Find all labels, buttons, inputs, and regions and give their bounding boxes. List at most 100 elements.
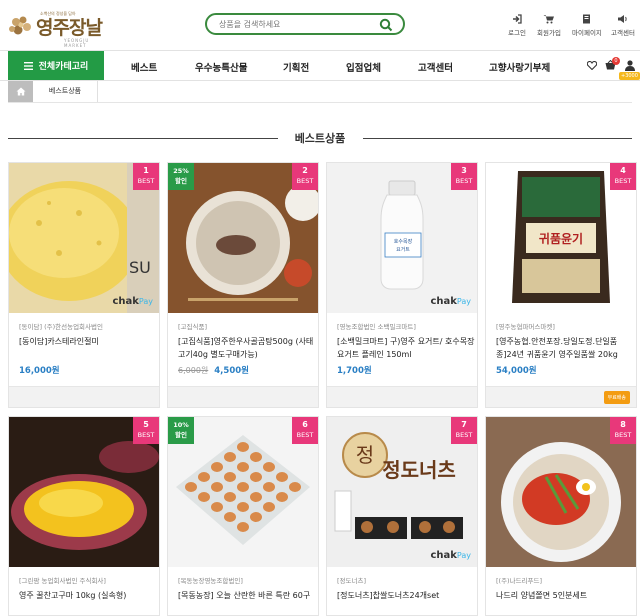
product-name[interactable]: 나드리 양념쫄면 5인분세트: [496, 589, 636, 602]
product-image[interactable]: 호수목장 요거트 3 BEST chakPay: [327, 163, 477, 313]
user-icon[interactable]: [625, 60, 635, 71]
hamburger-icon: [23, 61, 33, 70]
original-price: 6,000원: [178, 366, 209, 375]
logo-name: 영주장날: [36, 17, 103, 39]
best-badge: 8 BEST: [610, 417, 636, 444]
svg-text:정도너츠: 정도너츠: [382, 458, 456, 482]
product-image[interactable]: 정 정도너츠 7 BEST chakPay: [327, 417, 477, 567]
signup-label: 회원가입: [537, 29, 561, 37]
product-name[interactable]: 영주 꿀찬고구마 10kg (실속형): [19, 589, 159, 602]
card-footer: [9, 386, 159, 407]
product-card[interactable]: SU 1 BEST chakPay [동이담] (주)한선농업회사법인 [동이담]…: [8, 162, 160, 408]
best-badge: 3 BEST: [451, 163, 477, 190]
product-price: 54,000원: [496, 366, 537, 376]
section-header: 베스트상품: [8, 130, 632, 146]
nav-item-sellers[interactable]: 입점업체: [346, 60, 381, 74]
title-divider-right: [363, 138, 632, 139]
best-badge: 1 BEST: [133, 163, 159, 190]
product-image[interactable]: 8 BEST: [486, 417, 636, 567]
product-card[interactable]: 10% 할인 6 BEST [목동농장영농조합법인] [목동농장] 오늘 산란한 …: [167, 416, 319, 616]
speaker-icon: [618, 15, 628, 23]
customer-center-link[interactable]: 고객센터: [611, 14, 635, 37]
mypage-link[interactable]: 마이페이지: [572, 14, 602, 37]
nav-item-local-products[interactable]: 우수농특산물: [195, 60, 247, 74]
product-price: 1,700원: [337, 366, 372, 376]
product-card[interactable]: 8 BEST [(주)나드리푸드] 나드리 양념쫄면 5인분세트: [485, 416, 637, 616]
main-nav: 전체카테고리 베스트 우수농특산물 기획전 입점업체 고객센터 고향사랑기부제 …: [0, 50, 640, 81]
signup-link[interactable]: 회원가입: [537, 14, 561, 37]
product-name[interactable]: [목동농장] 오늘 산란한 바른 특란 60구: [178, 589, 318, 602]
chak-pay-logo: chakPay: [430, 550, 471, 561]
product-seller: [정도너츠]: [337, 577, 366, 585]
product-seller: [영농조합법인 소백밀크마트]: [337, 323, 416, 331]
heart-icon[interactable]: [587, 61, 597, 70]
product-image[interactable]: 25% 할인 2 BEST: [168, 163, 318, 313]
best-badge: 7 BEST: [451, 417, 477, 444]
product-seller: [고집식품]: [178, 323, 207, 331]
mypage-icon: [583, 14, 591, 24]
login-label: 로그인: [508, 29, 526, 37]
free-shipping-badge: 무료배송: [603, 391, 630, 404]
product-price: 6,000원 4,500원: [178, 366, 249, 376]
discount-badge: 10% 할인: [168, 417, 194, 444]
breadcrumb: 베스트상품: [8, 81, 632, 103]
nav-item-hometown-donation[interactable]: 고향사랑기부제: [489, 60, 550, 74]
site-logo[interactable]: 소백산의 정성을 담아 영주장날 YEONGJU MARKET: [6, 8, 106, 48]
product-seller: [영주농협파머스마켓]: [496, 323, 555, 331]
product-seller: [(주)나드리푸드]: [496, 577, 543, 585]
product-card[interactable]: 5 BEST [그린팜 농업회사법인 주식회사] 영주 꿀찬고구마 10kg (실…: [8, 416, 160, 616]
cart-count-badge: 0: [612, 57, 620, 65]
product-price: 16,000원: [19, 366, 60, 376]
product-card[interactable]: 정 정도너츠 7 BEST chakPay [정도너츠] [정도너츠]찹쌀도너츠2…: [326, 416, 478, 616]
chak-pay-logo: chakPay: [430, 296, 471, 307]
nav-item-best[interactable]: 베스트: [131, 60, 157, 74]
chak-pay-logo: chakPay: [112, 296, 153, 307]
product-name[interactable]: [소백밀크마트] 구)영주 요거트/ 호수목장 요거트 플레인 150ml: [337, 335, 477, 361]
search-input[interactable]: [219, 18, 369, 31]
card-footer: [168, 386, 318, 407]
best-badge: 4 BEST: [610, 163, 636, 190]
best-badge: 6 BEST: [292, 417, 318, 444]
product-name[interactable]: [정도너츠]찹쌀도너츠24개set: [337, 589, 477, 602]
search-icon[interactable]: [379, 18, 393, 32]
all-categories-label: 전체카테고리: [38, 62, 89, 72]
discount-badge: 25% 할인: [168, 163, 194, 190]
save-badge: +3000: [619, 72, 640, 80]
login-link[interactable]: 로그인: [508, 14, 526, 37]
product-card[interactable]: 25% 할인 2 BEST [고집식품] [고집식품]영주한우사골곰탕500g (…: [167, 162, 319, 408]
cart-icon: [543, 15, 555, 24]
customer-center-label: 고객센터: [611, 29, 635, 37]
breadcrumb-current: 베스트상품: [33, 81, 98, 102]
product-image[interactable]: 5 BEST: [9, 417, 159, 567]
svg-text:SU: SU: [129, 258, 151, 277]
product-card[interactable]: 호수목장 요거트 3 BEST chakPay [영농조합법인 소백밀크마트] […: [326, 162, 478, 408]
mypage-label: 마이페이지: [572, 29, 602, 37]
svg-text:귀품윤기: 귀품윤기: [539, 231, 583, 246]
product-seller: [그린팜 농업회사법인 주식회사]: [19, 577, 106, 585]
product-name[interactable]: [영주농협.안전포장.당일도정.단일품종]24년 귀품윤기 영주일품쌀 20kg: [496, 335, 636, 361]
product-seller: [동이담] (주)한선농업회사법인: [19, 323, 103, 331]
card-footer: [327, 386, 477, 407]
home-icon: [16, 87, 25, 96]
card-footer: 무료배송: [486, 386, 636, 407]
product-image[interactable]: 10% 할인 6 BEST: [168, 417, 318, 567]
svg-text:요거트: 요거트: [396, 246, 410, 253]
product-name[interactable]: [동이담]카스테라인절미: [19, 335, 159, 348]
product-card[interactable]: 귀품윤기 4 BEST [영주농협파머스마켓] [영주농협.안전포장.당일도정.단…: [485, 162, 637, 408]
login-icon: [512, 14, 522, 24]
best-badge: 2 BEST: [292, 163, 318, 190]
nav-item-special[interactable]: 기획전: [283, 60, 309, 74]
product-image[interactable]: SU 1 BEST chakPay: [9, 163, 159, 313]
svg-text:정: 정: [356, 443, 374, 467]
cart-button[interactable]: 0: [605, 57, 620, 72]
best-badge: 5 BEST: [133, 417, 159, 444]
flower-logo-icon: [9, 16, 31, 35]
logo-subtitle: YEONGJU MARKET: [64, 38, 90, 48]
product-image[interactable]: 귀품윤기 4 BEST: [486, 163, 636, 313]
product-name[interactable]: [고집식품]영주한우사골곰탕500g (사태고기40g 별도구매가능): [178, 335, 318, 361]
all-categories-button[interactable]: 전체카테고리: [8, 51, 104, 80]
home-button[interactable]: [8, 81, 33, 102]
svg-text:호수목장: 호수목장: [394, 238, 413, 245]
nav-item-customer-center[interactable]: 고객센터: [418, 60, 453, 74]
search-bar: [205, 13, 405, 35]
